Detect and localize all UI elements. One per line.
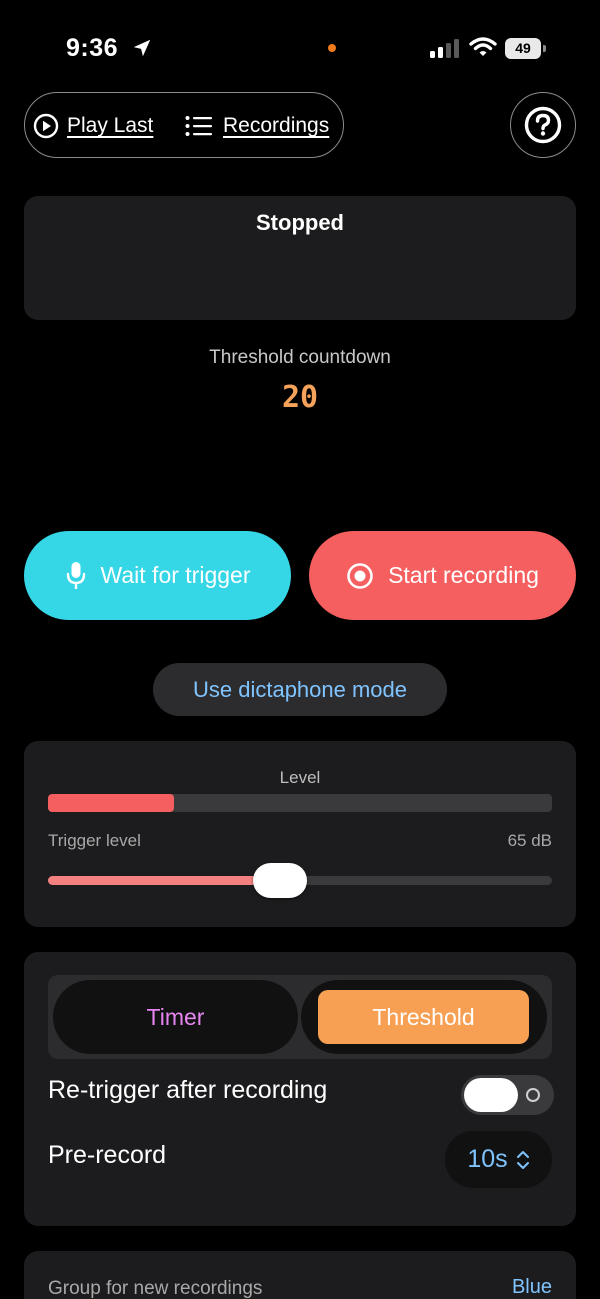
wait-for-trigger-label: Wait for trigger xyxy=(100,562,251,588)
privacy-indicator-dot xyxy=(328,44,336,52)
recordings-label: Recordings xyxy=(223,114,330,137)
location-arrow-icon xyxy=(133,39,151,57)
recordings-button[interactable]: Recordings xyxy=(185,111,329,141)
help-button[interactable] xyxy=(510,92,576,158)
list-icon xyxy=(185,116,212,136)
trigger-slider-thumb[interactable] xyxy=(252,863,307,898)
dictaphone-mode-label: Use dictaphone mode xyxy=(192,676,408,702)
cellular-signal-icon xyxy=(430,39,459,58)
timer-mode-tab[interactable]: Timer xyxy=(53,980,298,1054)
group-label: Group for new recordings xyxy=(48,1278,263,1299)
group-value[interactable]: Blue xyxy=(512,1276,552,1299)
wait-for-trigger-button[interactable]: Wait for trigger xyxy=(24,531,291,620)
play-circle-icon xyxy=(33,113,59,139)
retrigger-toggle[interactable] xyxy=(461,1075,554,1115)
wifi-icon xyxy=(469,37,497,56)
top-nav-pill: Play Last Recordings xyxy=(24,92,344,158)
countdown-label: Threshold countdown xyxy=(209,347,391,368)
chevron-up-down-icon xyxy=(516,1150,529,1169)
trigger-level-label: Trigger level xyxy=(48,831,141,850)
prerecord-select[interactable]: 10s xyxy=(445,1131,552,1188)
dictaphone-mode-button[interactable]: Use dictaphone mode xyxy=(153,663,447,716)
trigger-slider-fill xyxy=(48,876,280,885)
level-meter xyxy=(48,794,552,812)
trigger-level-slider[interactable] xyxy=(48,863,552,898)
toggle-knob xyxy=(464,1078,518,1112)
app-screen: 9:36 49 Play Last Recordings Stopped Thr… xyxy=(0,0,600,1299)
prerecord-label: Pre-record xyxy=(48,1141,167,1169)
trigger-level-value: 65 dB xyxy=(507,831,552,850)
level-meter-fill xyxy=(48,794,174,812)
battery-level: 49 xyxy=(505,38,541,59)
play-last-label: Play Last xyxy=(67,114,154,137)
retrigger-label: Re-trigger after recording xyxy=(48,1076,328,1104)
record-circle-icon xyxy=(347,562,373,589)
countdown-value: 20 xyxy=(281,380,319,415)
status-title: Stopped xyxy=(256,210,344,235)
play-last-button[interactable]: Play Last xyxy=(33,111,153,141)
start-recording-button[interactable]: Start recording xyxy=(309,531,576,620)
battery-indicator: 49 xyxy=(505,38,547,59)
status-bar: 9:36 49 xyxy=(0,0,600,96)
level-label: Level xyxy=(279,768,321,787)
status-time: 9:36 xyxy=(66,34,119,62)
mode-segmented-control: Timer Threshold xyxy=(48,975,552,1059)
threshold-mode-label: Threshold xyxy=(318,990,529,1044)
microphone-icon xyxy=(66,561,85,589)
battery-cap xyxy=(543,45,546,52)
threshold-mode-tab[interactable]: Threshold xyxy=(301,980,547,1054)
toggle-off-icon xyxy=(526,1088,540,1102)
prerecord-value: 10s xyxy=(467,1145,508,1173)
start-recording-label: Start recording xyxy=(388,562,539,588)
question-circle-icon xyxy=(524,106,562,144)
